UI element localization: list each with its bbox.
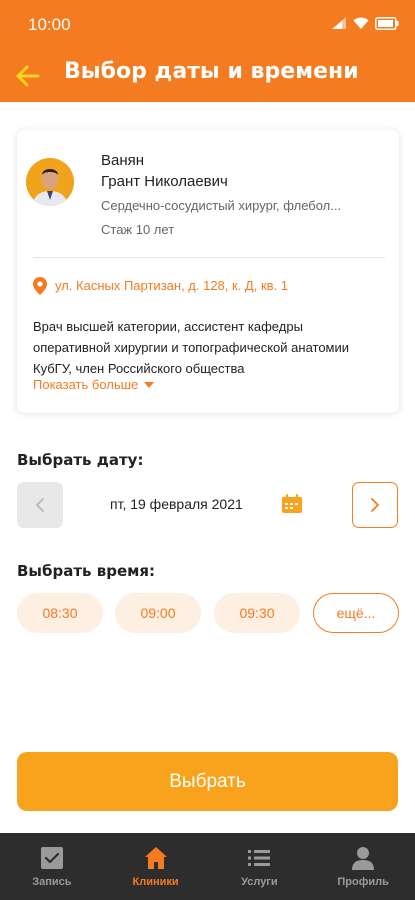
- clinic-address[interactable]: ул. Касных Партизан, д. 128, к. Д, кв. 1: [55, 278, 288, 293]
- show-more-link[interactable]: Показать больше: [33, 377, 155, 392]
- location-pin-icon: [33, 277, 47, 295]
- tab-services-label: Услуги: [241, 876, 278, 888]
- time-section-label: Выбрать время:: [17, 562, 156, 580]
- tab-profile-label: Профиль: [337, 876, 389, 888]
- time-slot-0930[interactable]: 09:30: [214, 593, 300, 633]
- wifi-icon: [353, 17, 369, 29]
- doctor-experience: Стаж 10 лет: [101, 222, 175, 237]
- doctor-first-names: Грант Николаевич: [101, 173, 228, 190]
- chevron-left-icon: [36, 498, 44, 512]
- previous-date-button[interactable]: [17, 482, 63, 528]
- page-title: Выбор даты и времени: [64, 59, 359, 84]
- show-more-label: Показать больше: [33, 377, 139, 392]
- doctor-card: Ванян Грант Николаевич Сердечно-сосудист…: [17, 130, 399, 413]
- doctor-last-name: Ванян: [101, 152, 145, 169]
- tab-booking-label: Запись: [32, 876, 72, 888]
- tab-clinics-label: Клиники: [132, 876, 179, 888]
- time-slot-0830[interactable]: 08:30: [17, 593, 103, 633]
- back-button[interactable]: [14, 62, 42, 90]
- selected-date: пт, 19 февраля 2021: [110, 496, 243, 512]
- chevron-right-icon: [371, 498, 379, 512]
- doctor-description: Врач высшей категории, ассистент кафедры…: [33, 319, 350, 376]
- list-icon: [248, 850, 271, 866]
- checkbox-icon: [40, 847, 63, 869]
- next-date-button[interactable]: [352, 482, 398, 528]
- tab-clinics[interactable]: Клиники: [104, 833, 208, 900]
- tab-services[interactable]: Услуги: [208, 833, 312, 900]
- card-divider: [33, 257, 385, 258]
- arrow-left-icon: [16, 65, 40, 87]
- battery-icon: [375, 16, 399, 30]
- tab-profile[interactable]: Профиль: [311, 833, 415, 900]
- doctor-specialty: Сердечно-сосудистый хирург, флебол...: [101, 198, 342, 213]
- tab-booking[interactable]: Запись: [0, 833, 104, 900]
- status-icons: [331, 16, 399, 30]
- home-icon: [144, 847, 167, 869]
- time-slot-0900[interactable]: 09:00: [115, 593, 201, 633]
- calendar-icon[interactable]: [281, 494, 303, 514]
- avatar: [26, 158, 74, 206]
- status-time: 10:00: [28, 15, 71, 34]
- person-icon: [352, 847, 375, 870]
- doctor-name: Ванян Грант Николаевич: [101, 150, 228, 192]
- bottom-tab-bar: Запись Клиники Услуги Профиль: [0, 833, 415, 900]
- more-times-button[interactable]: ещё...: [313, 593, 399, 633]
- date-section-label: Выбрать дату:: [17, 451, 144, 469]
- app-header: 10:00 Выбор даты и времени: [0, 0, 415, 102]
- select-button[interactable]: Выбрать: [17, 752, 398, 811]
- signal-icon: [332, 17, 346, 29]
- caret-down-icon: [144, 381, 155, 388]
- doctor-photo: [26, 158, 74, 206]
